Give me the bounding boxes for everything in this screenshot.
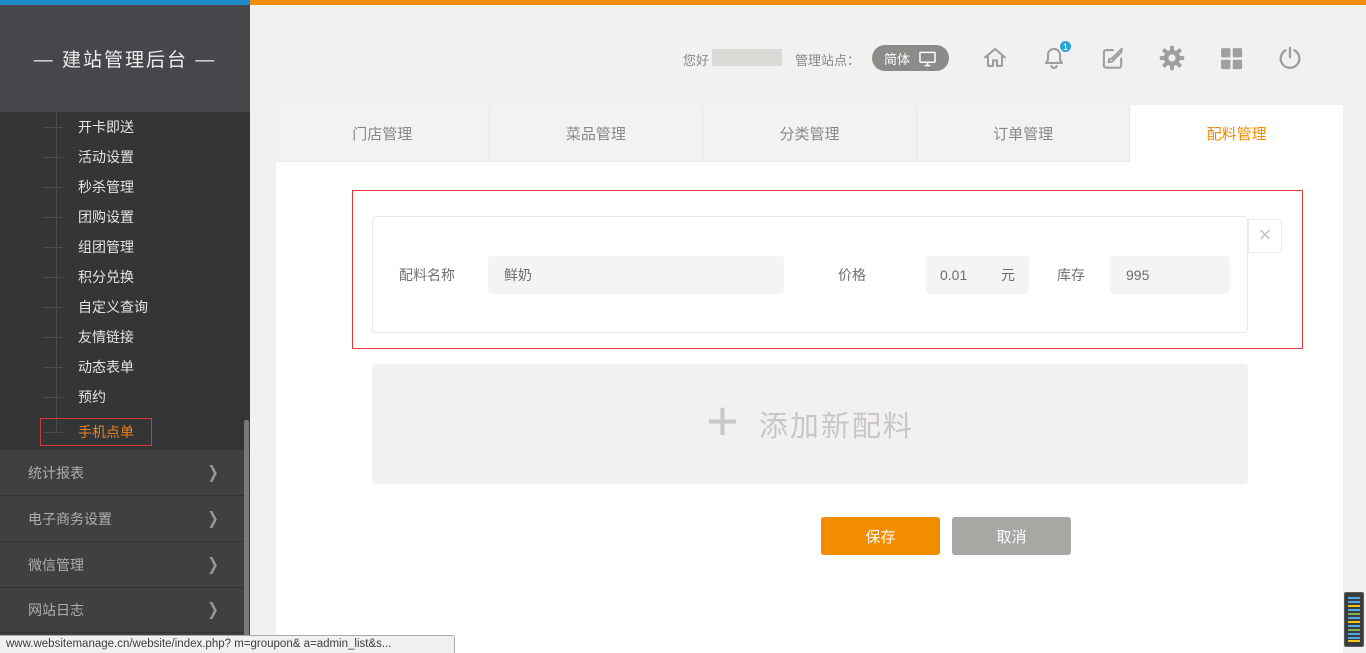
action-button-row: 保存 取消 [821, 517, 1071, 555]
username-redacted [712, 49, 782, 66]
greeting-text: 您好 [683, 50, 709, 69]
sidebar-item-friend-links[interactable]: 友情链接 [0, 322, 250, 352]
apps-grid-icon[interactable] [1217, 44, 1245, 72]
tab-ingredient-management[interactable]: 配料管理 [1130, 105, 1343, 162]
close-icon[interactable]: × [1248, 219, 1282, 253]
sidebar-section-label: 统计报表 [28, 463, 84, 483]
main-content: 门店管理 菜品管理 分类管理 订单管理 配料管理 配料名称 价格 元 库存 × … [276, 105, 1343, 653]
sidebar-item-card-gift[interactable]: 开卡即送 [0, 112, 250, 142]
sidebar-item-reservation[interactable]: 预约 [0, 382, 250, 412]
home-icon[interactable] [981, 44, 1009, 72]
price-input-box: 元 [926, 256, 1029, 294]
sidebar-item-statistics[interactable]: 统计报表 ❯ [0, 449, 250, 495]
tab-store-management[interactable]: 门店管理 [276, 105, 490, 162]
tab-category-management[interactable]: 分类管理 [703, 105, 917, 162]
sidebar-item-wechat-management[interactable]: 微信管理 ❯ [0, 541, 250, 587]
sidebar-item-activity-settings[interactable]: 活动设置 [0, 142, 250, 172]
bell-icon[interactable]: 1 [1040, 44, 1068, 72]
tab-bar: 门店管理 菜品管理 分类管理 订单管理 配料管理 [276, 105, 1343, 162]
cancel-button[interactable]: 取消 [952, 517, 1071, 555]
language-label: 简体 [884, 49, 910, 68]
sidebar-submenu: 开卡即送 活动设置 秒杀管理 团购设置 组团管理 积分兑换 自定义查询 友情链接… [0, 112, 250, 449]
sidebar-section-label: 网站日志 [28, 600, 84, 620]
taskbar-mini-widget [1344, 592, 1364, 647]
sidebar-section-label: 电子商务设置 [28, 509, 112, 529]
chevron-right-icon: ❯ [207, 509, 218, 529]
chevron-right-icon: ❯ [207, 555, 218, 575]
compose-icon[interactable] [1099, 44, 1127, 72]
save-button[interactable]: 保存 [821, 517, 940, 555]
price-input[interactable] [940, 267, 1001, 283]
ingredient-name-input[interactable] [488, 256, 784, 294]
sidebar-item-flashsale[interactable]: 秒杀管理 [0, 172, 250, 202]
chevron-right-icon: ❯ [207, 463, 218, 483]
sidebar-item-custom-query[interactable]: 自定义查询 [0, 292, 250, 322]
app-title: — 建站管理后台 — [0, 5, 250, 112]
sidebar-scrollbar-thumb[interactable] [244, 420, 249, 646]
tab-order-management[interactable]: 订单管理 [917, 105, 1131, 162]
notification-badge: 1 [1058, 39, 1073, 54]
site-language-pill[interactable]: 简体 [872, 45, 949, 71]
manage-site-label: 管理站点： [795, 50, 860, 69]
sidebar-item-ecommerce-settings[interactable]: 电子商务设置 ❯ [0, 495, 250, 541]
header-icon-row: 1 [981, 44, 1304, 72]
sidebar-item-group-management[interactable]: 组团管理 [0, 232, 250, 262]
sidebar-item-groupbuy-settings[interactable]: 团购设置 [0, 202, 250, 232]
ingredient-name-label: 配料名称 [399, 265, 455, 285]
monitor-icon [918, 50, 937, 67]
sidebar: — 建站管理后台 — 开卡即送 活动设置 秒杀管理 团购设置 组团管理 积分兑换… [0, 5, 250, 653]
plus-icon: + [706, 393, 739, 449]
status-url-tooltip: www.websitemanage.cn/website/index.php? … [0, 635, 455, 653]
ingredient-card: 配料名称 价格 元 库存 [372, 216, 1248, 333]
sidebar-item-dynamic-forms[interactable]: 动态表单 [0, 352, 250, 382]
chevron-right-icon: ❯ [207, 600, 218, 620]
gear-icon[interactable] [1158, 44, 1186, 72]
stock-label: 库存 [1057, 265, 1085, 285]
price-label: 价格 [838, 265, 866, 285]
sidebar-item-mobile-ordering[interactable]: 手机点单 [0, 417, 250, 447]
header: 您好 管理站点： 简体 1 [250, 5, 1366, 105]
power-icon[interactable] [1276, 44, 1304, 72]
add-new-ingredient-button[interactable]: + 添加新配料 [372, 364, 1248, 484]
sidebar-item-site-logs[interactable]: 网站日志 ❯ [0, 587, 250, 633]
sidebar-sections: 统计报表 ❯ 电子商务设置 ❯ 微信管理 ❯ 网站日志 ❯ [0, 449, 250, 633]
sidebar-section-label: 微信管理 [28, 555, 84, 575]
sidebar-item-points-exchange[interactable]: 积分兑换 [0, 262, 250, 292]
color-stripes-icon [1347, 596, 1361, 643]
add-new-ingredient-label: 添加新配料 [759, 403, 914, 445]
tab-dish-management[interactable]: 菜品管理 [490, 105, 704, 162]
price-unit-label: 元 [1001, 265, 1015, 285]
stock-input[interactable] [1110, 256, 1230, 294]
